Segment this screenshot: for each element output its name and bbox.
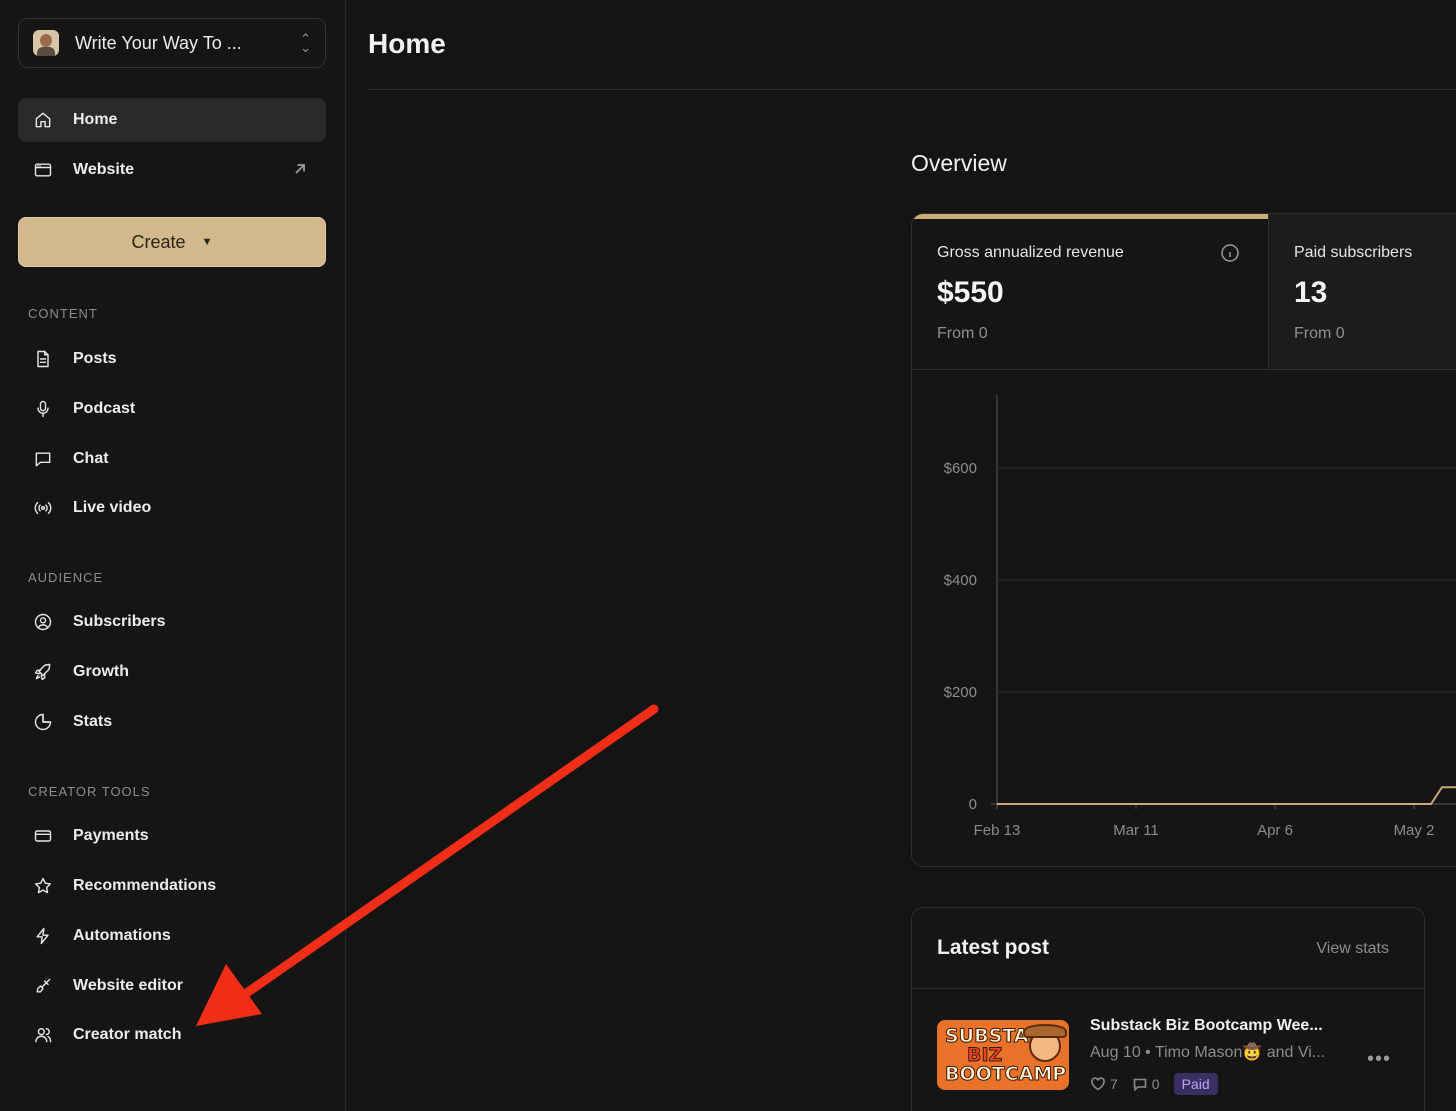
y-tick-label: $200 bbox=[944, 684, 977, 701]
metric-tab-revenue[interactable]: Gross annualized revenue $550 From 0 bbox=[912, 214, 1268, 369]
x-tick-label: May 2 bbox=[1394, 822, 1435, 839]
section-heading-audience: AUDIENCE bbox=[28, 570, 104, 585]
pie-chart-icon bbox=[32, 711, 54, 733]
overview-heading: Overview bbox=[911, 150, 1007, 176]
sidebar-item-label: Automations bbox=[73, 927, 171, 944]
paid-badge: Paid bbox=[1173, 1073, 1218, 1095]
sidebar-item-chat[interactable]: Chat bbox=[18, 437, 326, 481]
info-icon[interactable] bbox=[1220, 243, 1240, 263]
metric-tab-paid-subscribers[interactable]: Paid subscribers 13 From 0 bbox=[1268, 214, 1456, 369]
page-title: Home bbox=[368, 28, 446, 59]
sidebar-item-home[interactable]: Home bbox=[18, 98, 326, 142]
sidebar-item-podcast[interactable]: Podcast bbox=[18, 387, 326, 431]
sidebar-item-website-editor[interactable]: Website editor bbox=[18, 964, 326, 1008]
y-tick-label: $400 bbox=[944, 572, 977, 589]
sidebar-item-label: Growth bbox=[73, 663, 129, 680]
browser-window-icon bbox=[32, 159, 54, 181]
sidebar-item-stats[interactable]: Stats bbox=[18, 700, 326, 744]
create-button-label: Create bbox=[131, 231, 186, 252]
star-icon bbox=[32, 875, 54, 897]
metric-value: $550 bbox=[937, 276, 1004, 309]
document-icon bbox=[32, 348, 54, 370]
likes-stat: 7 bbox=[1090, 1076, 1118, 1092]
chat-bubble-icon bbox=[32, 448, 54, 470]
metric-value: 13 bbox=[1294, 276, 1328, 309]
section-heading-content: CONTENT bbox=[28, 306, 98, 321]
heart-icon bbox=[1091, 1077, 1105, 1091]
sidebar-item-label: Website bbox=[73, 161, 135, 178]
sidebar: Write Your Way To ... ⌃ ⌄ Home Website Cr… bbox=[0, 0, 346, 1111]
sidebar-item-label: Chat bbox=[73, 450, 109, 467]
metric-from: From 0 bbox=[1294, 325, 1345, 342]
more-options-icon[interactable]: ••• bbox=[1367, 1048, 1391, 1071]
publication-switcher[interactable]: Write Your Way To ... ⌃ ⌄ bbox=[18, 18, 326, 68]
divider bbox=[912, 988, 1424, 989]
home-icon bbox=[32, 109, 54, 131]
thumbnail-text: BIZ bbox=[966, 1044, 1003, 1066]
comments-count: 0 bbox=[1151, 1076, 1160, 1092]
x-tick-label: Apr 6 bbox=[1257, 822, 1293, 839]
sidebar-item-creator-match[interactable]: Creator match bbox=[18, 1013, 326, 1057]
sidebar-item-posts[interactable]: Posts bbox=[18, 337, 326, 381]
metric-label: Gross annualized revenue bbox=[937, 244, 1124, 261]
sidebar-item-label: Podcast bbox=[73, 400, 136, 417]
comment-icon bbox=[1133, 1078, 1147, 1092]
sidebar-item-label: Stats bbox=[73, 713, 113, 730]
y-tick-label: 0 bbox=[969, 796, 977, 813]
thumbnail-text: BOOTCAMP bbox=[944, 1063, 1067, 1085]
post-title[interactable]: Substack Biz Bootcamp Wee... bbox=[1090, 1017, 1323, 1035]
metric-label: Paid subscribers bbox=[1294, 244, 1413, 261]
rocket-icon bbox=[32, 661, 54, 683]
sidebar-item-label: Creator match bbox=[73, 1026, 182, 1043]
revenue-chart: $600 $400 $200 0 Feb 13 Mar 11 Apr 6 May 2 bbox=[944, 395, 1456, 839]
x-tick-label: Mar 11 bbox=[1113, 822, 1159, 839]
caret-down-icon: ▼ bbox=[201, 236, 213, 248]
user-circle-icon bbox=[32, 611, 54, 633]
y-tick-label: $600 bbox=[944, 460, 977, 477]
chevron-up-down-icon: ⌃ ⌄ bbox=[300, 31, 311, 55]
publication-name: Write Your Way To ... bbox=[75, 32, 242, 53]
sidebar-item-payments[interactable]: Payments bbox=[18, 814, 326, 858]
comments-stat: 0 bbox=[1132, 1076, 1160, 1092]
paintbrush-icon bbox=[32, 975, 54, 997]
x-tick-label: Feb 13 bbox=[974, 822, 1021, 839]
sidebar-item-label: Posts bbox=[73, 350, 117, 367]
latest-post-heading: Latest post bbox=[937, 936, 1050, 959]
section-heading-creator-tools: CREATOR TOOLS bbox=[28, 784, 151, 799]
metric-from: From 0 bbox=[937, 325, 988, 342]
sidebar-item-subscribers[interactable]: Subscribers bbox=[18, 600, 326, 644]
create-button[interactable]: Create ▼ bbox=[18, 217, 326, 267]
external-link-icon bbox=[292, 161, 308, 177]
post-meta: Aug 10 • Timo Mason🤠 and Vi... bbox=[1090, 1044, 1326, 1061]
sidebar-item-label: Payments bbox=[73, 827, 149, 844]
sidebar-item-label: Live video bbox=[73, 499, 152, 516]
overview-card: Gross annualized revenue $550 From 0 Pai… bbox=[911, 213, 1456, 867]
sidebar-item-live-video[interactable]: Live video bbox=[18, 486, 326, 530]
lightning-icon bbox=[32, 925, 54, 947]
credit-card-icon bbox=[32, 825, 54, 847]
publication-avatar bbox=[33, 30, 59, 56]
latest-post-card: Latest post View stats SUBSTACK BIZ BOOT… bbox=[911, 907, 1425, 1111]
sidebar-item-recommendations[interactable]: Recommendations bbox=[18, 864, 326, 908]
view-stats-link[interactable]: View stats bbox=[1316, 940, 1389, 958]
likes-count: 7 bbox=[1110, 1076, 1118, 1092]
post-thumbnail[interactable]: SUBSTACK BIZ BOOTCAMP bbox=[937, 1020, 1069, 1090]
sidebar-item-label: Subscribers bbox=[73, 613, 166, 630]
series-line bbox=[997, 786, 1456, 805]
sidebar-item-growth[interactable]: Growth bbox=[18, 650, 326, 694]
users-icon bbox=[32, 1024, 54, 1046]
cowboy-hat-illustration bbox=[1023, 1024, 1067, 1038]
divider bbox=[368, 89, 1456, 90]
broadcast-icon bbox=[32, 497, 54, 519]
sidebar-item-website[interactable]: Website bbox=[18, 148, 326, 192]
sidebar-item-label: Home bbox=[73, 111, 118, 128]
microphone-icon bbox=[32, 398, 54, 420]
post-stats: 7 0 Paid bbox=[1090, 1073, 1218, 1095]
sidebar-item-automations[interactable]: Automations bbox=[18, 914, 326, 958]
sidebar-item-label: Website editor bbox=[73, 977, 183, 994]
sidebar-item-label: Recommendations bbox=[73, 877, 217, 894]
